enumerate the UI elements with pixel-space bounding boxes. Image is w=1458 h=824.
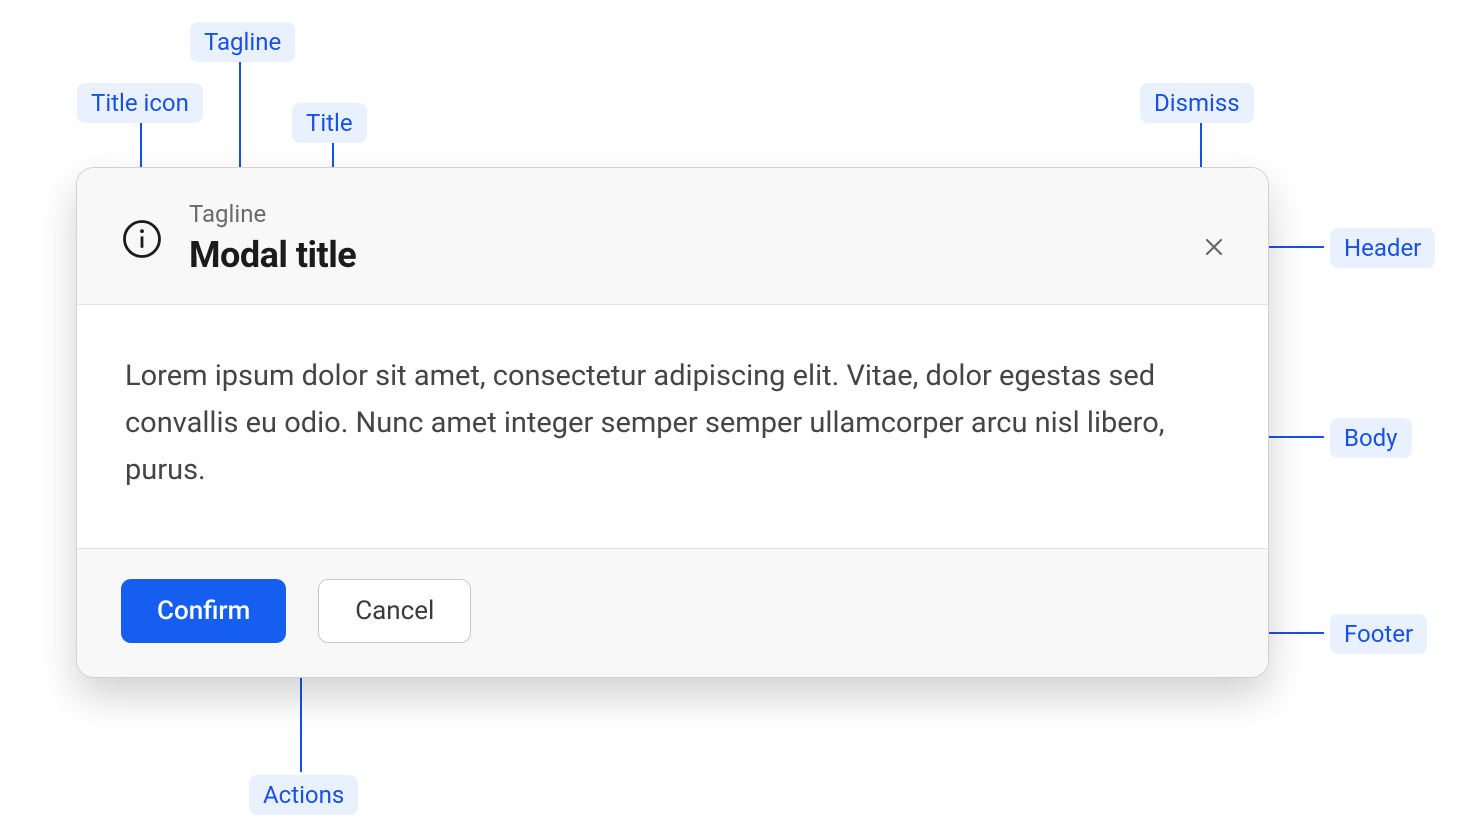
modal-tagline: Tagline — [189, 200, 356, 228]
modal-body: Lorem ipsum dolor sit amet, consectetur … — [77, 305, 1268, 548]
annotation-header: Header — [1330, 228, 1435, 268]
modal-dialog: Tagline Modal title Lorem ipsum dolor si… — [76, 167, 1269, 678]
info-icon — [121, 218, 163, 260]
modal-title: Modal title — [189, 234, 356, 276]
dismiss-button[interactable] — [1200, 234, 1228, 262]
modal-header: Tagline Modal title — [77, 168, 1268, 305]
annotation-title: Title — [292, 103, 367, 143]
annotation-actions: Actions — [249, 775, 358, 815]
annotation-footer: Footer — [1330, 614, 1427, 654]
cancel-button[interactable]: Cancel — [318, 579, 471, 643]
annotation-title-icon: Title icon — [77, 83, 203, 123]
annotation-dismiss: Dismiss — [1140, 83, 1254, 123]
modal-body-text: Lorem ipsum dolor sit amet, consectetur … — [125, 353, 1220, 494]
title-block: Tagline Modal title — [189, 200, 356, 276]
close-icon — [1202, 235, 1226, 262]
confirm-button[interactable]: Confirm — [121, 579, 286, 643]
modal-footer: Confirm Cancel — [77, 548, 1268, 677]
annotation-tagline: Tagline — [190, 22, 295, 62]
annotation-body: Body — [1330, 418, 1412, 458]
